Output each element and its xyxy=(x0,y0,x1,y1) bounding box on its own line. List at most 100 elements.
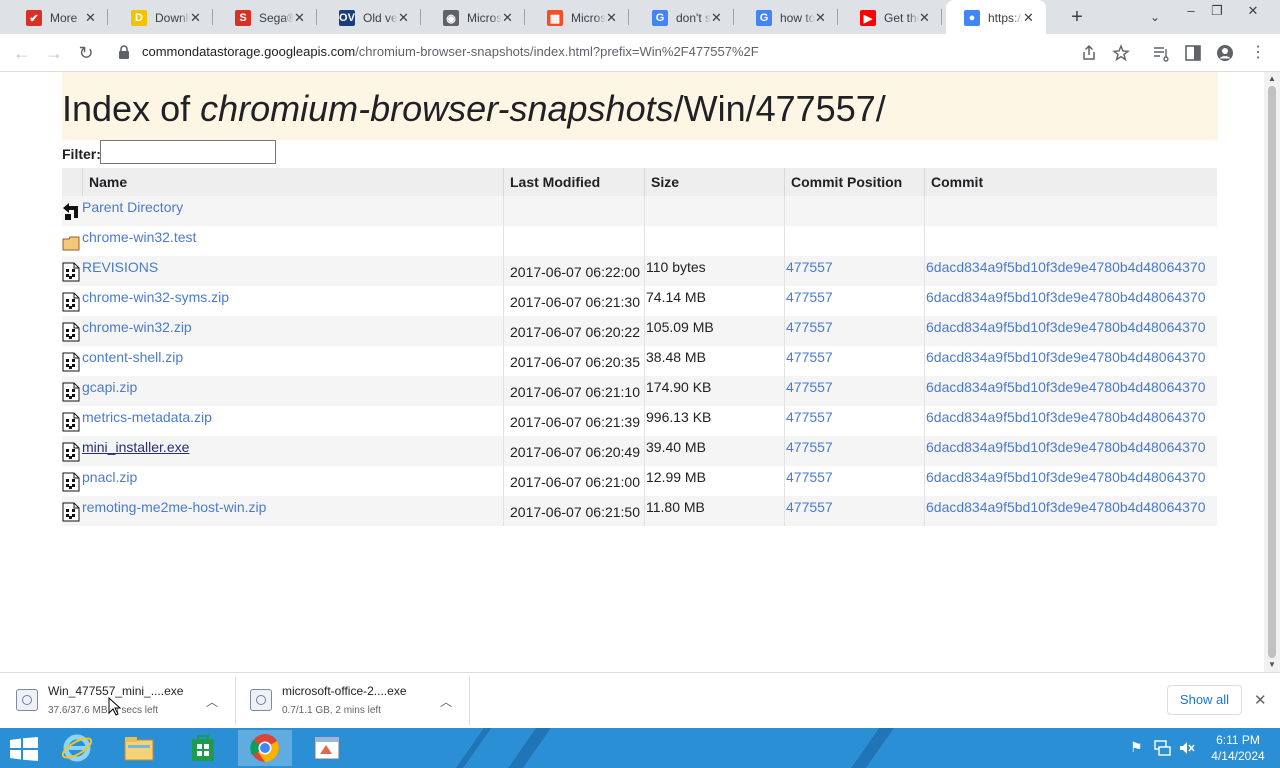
tab[interactable]: ◉ Micros ✕ xyxy=(425,0,525,34)
show-all-button[interactable]: Show all xyxy=(1167,685,1242,715)
menu-kebab-icon[interactable]: ⋮ xyxy=(1246,41,1270,65)
tab[interactable]: Gdon't st ✕ xyxy=(634,0,734,34)
address-bar[interactable]: commondatastorage.googleapis.com/chromiu… xyxy=(108,38,1142,68)
commit-position-link[interactable]: 477557 xyxy=(784,376,924,406)
commit-hash-link[interactable]: 6dacd834a9f5bd10f3de9e4780b4d48064370 xyxy=(924,376,1206,406)
windows-start-icon[interactable] xyxy=(10,737,38,761)
file-explorer-icon[interactable] xyxy=(112,730,166,766)
tab[interactable]: ✔ More ✕ xyxy=(8,0,108,34)
commit-hash-link[interactable]: 6dacd834a9f5bd10f3de9e4780b4d48064370 xyxy=(924,406,1206,436)
scroll-down-arrow-icon[interactable]: ▼ xyxy=(1264,660,1280,669)
commit-hash-link[interactable] xyxy=(924,196,1206,226)
tab-title: Downlo xyxy=(155,11,190,25)
file-link[interactable]: remoting-me2me-host-win.zip xyxy=(82,499,266,515)
commit-position-link[interactable]: 477557 xyxy=(784,316,924,346)
file-link[interactable]: content-shell.zip xyxy=(82,349,183,365)
name-cell: chrome-win32.test xyxy=(82,226,503,256)
reading-list-icon[interactable] xyxy=(1152,44,1170,62)
tab[interactable]: OV Old ver ✕ xyxy=(321,0,421,34)
commit-position-link[interactable]: 477557 xyxy=(784,496,924,526)
tab-close-icon[interactable]: ✕ xyxy=(502,10,513,26)
file-link[interactable]: chrome-win32-syms.zip xyxy=(82,289,229,305)
tab-close-icon[interactable]: ✕ xyxy=(606,10,617,26)
reload-button[interactable]: ↻ xyxy=(74,41,98,65)
column-header-modified[interactable]: Last Modified xyxy=(503,168,644,196)
tab-close-icon[interactable]: ✕ xyxy=(398,10,409,26)
tab-close-icon[interactable]: ✕ xyxy=(711,10,722,26)
commit-hash-link[interactable]: 6dacd834a9f5bd10f3de9e4780b4d48064370 xyxy=(924,466,1206,496)
action-center-flag-icon[interactable]: ⚑ xyxy=(1130,739,1143,756)
download-status: 37.6/37.6 MB, 0 secs left xyxy=(48,705,159,716)
vertical-scrollbar[interactable]: ▲ ▼ xyxy=(1264,72,1280,672)
tab-close-icon[interactable]: ✕ xyxy=(919,10,930,26)
commit-position-link[interactable]: 477557 xyxy=(784,466,924,496)
bookmark-star-icon[interactable] xyxy=(1112,44,1130,62)
url-text[interactable]: commondatastorage.googleapis.com/chromiu… xyxy=(142,44,759,59)
file-link[interactable]: mini_installer.exe xyxy=(82,439,189,455)
tab-close-icon[interactable]: ✕ xyxy=(815,10,826,26)
commit-hash-link[interactable] xyxy=(924,226,1206,256)
commit-position-link[interactable]: 477557 xyxy=(784,406,924,436)
commit-position-link[interactable]: 477557 xyxy=(784,256,924,286)
close-window-button[interactable]: ✕ xyxy=(1236,0,1270,22)
close-shelf-icon[interactable]: ✕ xyxy=(1254,691,1267,709)
column-header-size[interactable]: Size xyxy=(644,168,784,196)
tab-search-icon[interactable]: ⌄ xyxy=(1146,8,1164,26)
tab[interactable]: ▦ Micros ✕ xyxy=(529,0,629,34)
binary-file-icon xyxy=(62,466,82,496)
tab[interactable]: ▶ Get the✕ xyxy=(842,0,942,34)
file-link[interactable]: metrics-metadata.zip xyxy=(82,409,212,425)
commit-hash-link[interactable]: 6dacd834a9f5bd10f3de9e4780b4d48064370 xyxy=(924,316,1206,346)
profile-icon[interactable] xyxy=(1216,44,1234,62)
file-link[interactable]: chrome-win32.zip xyxy=(82,319,192,335)
new-tab-button[interactable]: + xyxy=(1066,6,1088,28)
download-item[interactable]: microsoft-office-2....exe 0.7/1.1 GB, 2 … xyxy=(234,673,470,728)
column-header-commit[interactable]: Commit xyxy=(924,168,1206,196)
commit-position-link[interactable] xyxy=(784,196,924,226)
filter-input[interactable] xyxy=(100,140,276,164)
column-header-position[interactable]: Commit Position xyxy=(784,168,924,196)
tab-close-icon[interactable]: ✕ xyxy=(294,10,305,26)
windows-taskbar: ⚑ 6:11 PM 4/14/2024 xyxy=(0,728,1280,768)
tab[interactable]: ● https://✕ xyxy=(946,0,1046,34)
scroll-up-arrow-icon[interactable]: ▲ xyxy=(1264,74,1280,83)
file-link[interactable]: chrome-win32.test xyxy=(82,229,196,245)
file-link[interactable]: gcapi.zip xyxy=(82,379,137,395)
commit-hash-link[interactable]: 6dacd834a9f5bd10f3de9e4780b4d48064370 xyxy=(924,256,1206,286)
commit-position-link[interactable]: 477557 xyxy=(784,346,924,376)
volume-muted-icon[interactable] xyxy=(1178,740,1196,756)
file-link[interactable]: pnacl.zip xyxy=(82,469,137,485)
store-icon[interactable] xyxy=(176,730,230,766)
file-link[interactable]: REVISIONS xyxy=(82,259,158,275)
commit-hash-link[interactable]: 6dacd834a9f5bd10f3de9e4780b4d48064370 xyxy=(924,286,1206,316)
commit-position-link[interactable]: 477557 xyxy=(784,436,924,466)
column-header-name[interactable]: Name xyxy=(82,168,503,196)
tab[interactable]: S Sega® ✕ xyxy=(217,0,317,34)
internet-explorer-icon[interactable] xyxy=(50,730,104,766)
tab-close-icon[interactable]: ✕ xyxy=(1023,10,1034,26)
commit-position-link[interactable] xyxy=(784,226,924,256)
share-icon[interactable] xyxy=(1080,44,1098,62)
commit-position-link[interactable]: 477557 xyxy=(784,286,924,316)
back-button[interactable]: ← xyxy=(10,41,34,65)
commit-hash-link[interactable]: 6dacd834a9f5bd10f3de9e4780b4d48064370 xyxy=(924,496,1206,526)
network-icon[interactable] xyxy=(1154,740,1172,756)
commit-hash-link[interactable]: 6dacd834a9f5bd10f3de9e4780b4d48064370 xyxy=(924,436,1206,466)
chevron-up-icon[interactable]: ︿ xyxy=(206,693,218,710)
scroll-thumb[interactable] xyxy=(1268,86,1276,658)
file-link[interactable]: Parent Directory xyxy=(82,199,183,215)
tab-close-icon[interactable]: ✕ xyxy=(85,10,96,26)
restore-button[interactable]: ❐ xyxy=(1200,0,1234,22)
chevron-up-icon[interactable]: ︿ xyxy=(440,693,452,710)
tab[interactable]: Ghow to ✕ xyxy=(738,0,838,34)
system-clock[interactable]: 6:11 PM 4/14/2024 xyxy=(1202,732,1274,764)
lock-icon[interactable] xyxy=(118,45,130,59)
modified-cell: 2017-06-07 06:21:50 xyxy=(503,496,644,526)
tab-close-icon[interactable]: ✕ xyxy=(190,10,201,26)
side-panel-icon[interactable] xyxy=(1184,44,1202,62)
paint-app-icon[interactable] xyxy=(300,730,354,766)
chrome-icon[interactable] xyxy=(238,730,292,766)
commit-hash-link[interactable]: 6dacd834a9f5bd10f3de9e4780b4d48064370 xyxy=(924,346,1206,376)
tab[interactable]: D Downlo✕ xyxy=(113,0,213,34)
forward-button[interactable]: → xyxy=(42,41,66,65)
